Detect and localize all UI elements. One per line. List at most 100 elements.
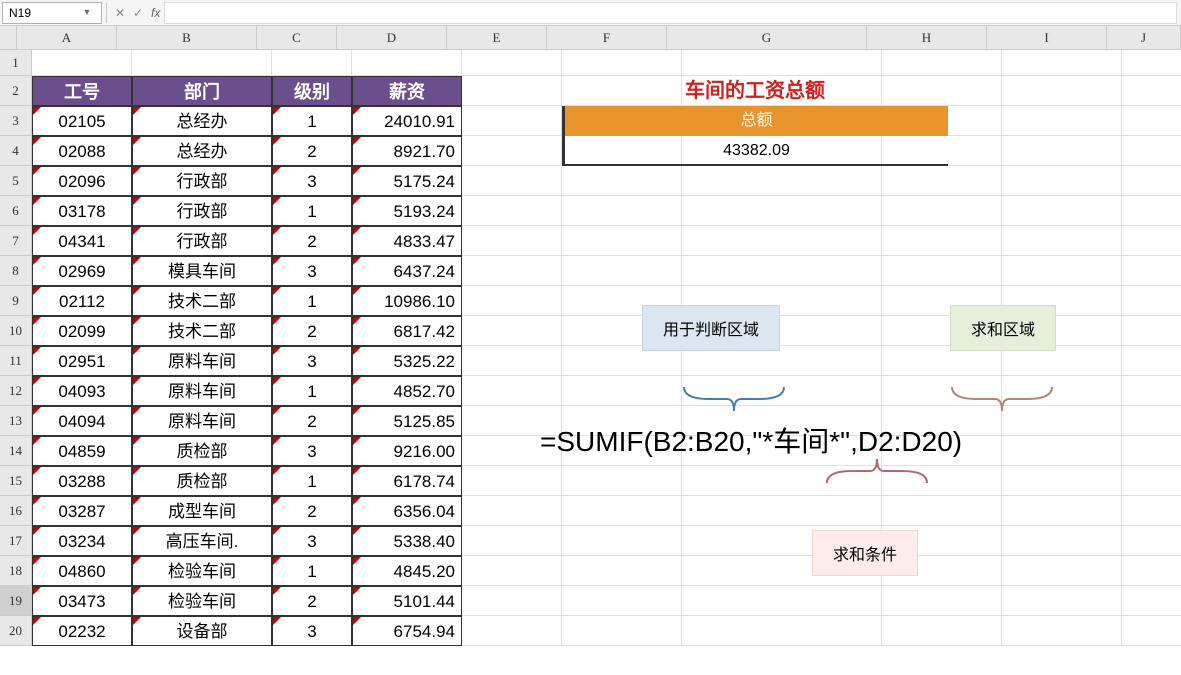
table-row[interactable]: 1 [272, 376, 352, 406]
summary-value[interactable]: 43382.09 [562, 136, 948, 166]
cell-F16[interactable] [562, 496, 682, 526]
select-all-corner[interactable] [0, 26, 17, 50]
cell-J16[interactable] [1122, 496, 1181, 526]
cell-I7[interactable] [1002, 226, 1122, 256]
table-row[interactable]: 成型车间 [132, 496, 272, 526]
cell-E3[interactable] [462, 106, 562, 136]
row-header-12[interactable]: 12 [0, 376, 32, 406]
table-row[interactable]: 5101.44 [352, 586, 462, 616]
table-row[interactable]: 原料车间 [132, 376, 272, 406]
table-header-2[interactable]: 级别 [272, 76, 352, 106]
row-header-2[interactable]: 2 [0, 76, 32, 106]
table-row[interactable]: 检验车间 [132, 586, 272, 616]
row-header-18[interactable]: 18 [0, 556, 32, 586]
table-row[interactable]: 1 [272, 106, 352, 136]
cell-F5[interactable] [562, 166, 682, 196]
table-row[interactable]: 02969 [32, 256, 132, 286]
column-header-A[interactable]: A [17, 26, 117, 50]
cancel-formula-icon[interactable]: ✕ [111, 4, 129, 22]
table-row[interactable]: 4833.47 [352, 226, 462, 256]
table-row[interactable]: 2 [272, 316, 352, 346]
table-row[interactable]: 03178 [32, 196, 132, 226]
column-header-I[interactable]: I [987, 26, 1107, 50]
table-row[interactable]: 5175.24 [352, 166, 462, 196]
cell-J15[interactable] [1122, 466, 1181, 496]
cell-H5[interactable] [882, 166, 1002, 196]
table-row[interactable]: 02112 [32, 286, 132, 316]
cell-J11[interactable] [1122, 346, 1181, 376]
cell-F19[interactable] [562, 586, 682, 616]
table-row[interactable]: 行政部 [132, 226, 272, 256]
cell-J4[interactable] [1122, 136, 1181, 166]
row-header-9[interactable]: 9 [0, 286, 32, 316]
table-row[interactable]: 1 [272, 556, 352, 586]
cell-F17[interactable] [562, 526, 682, 556]
column-header-H[interactable]: H [867, 26, 987, 50]
table-row[interactable]: 1 [272, 466, 352, 496]
table-row[interactable]: 3 [272, 436, 352, 466]
summary-header[interactable]: 总额 [562, 106, 948, 136]
cell-I19[interactable] [1002, 586, 1122, 616]
column-header-C[interactable]: C [257, 26, 337, 50]
table-row[interactable]: 2 [272, 226, 352, 256]
cell-G5[interactable] [682, 166, 882, 196]
cell-E19[interactable] [462, 586, 562, 616]
cell-F6[interactable] [562, 196, 682, 226]
cell-G19[interactable] [682, 586, 882, 616]
table-row[interactable]: 03287 [32, 496, 132, 526]
cell-J7[interactable] [1122, 226, 1181, 256]
table-row[interactable]: 3 [272, 616, 352, 646]
cell-G7[interactable] [682, 226, 882, 256]
cell-B1[interactable] [132, 50, 272, 76]
table-row[interactable]: 行政部 [132, 166, 272, 196]
table-row[interactable]: 04859 [32, 436, 132, 466]
table-row[interactable]: 2 [272, 586, 352, 616]
table-row[interactable]: 原料车间 [132, 346, 272, 376]
cell-E7[interactable] [462, 226, 562, 256]
cell-J8[interactable] [1122, 256, 1181, 286]
cell-H6[interactable] [882, 196, 1002, 226]
table-row[interactable]: 04093 [32, 376, 132, 406]
table-row[interactable]: 3 [272, 346, 352, 376]
table-row[interactable]: 4845.20 [352, 556, 462, 586]
column-header-E[interactable]: E [447, 26, 547, 50]
cell-J10[interactable] [1122, 316, 1181, 346]
table-row[interactable]: 5325.22 [352, 346, 462, 376]
table-row[interactable]: 3 [272, 256, 352, 286]
table-row[interactable]: 04094 [32, 406, 132, 436]
table-row[interactable]: 04341 [32, 226, 132, 256]
cell-G20[interactable] [682, 616, 882, 646]
cell-G8[interactable] [682, 256, 882, 286]
table-row[interactable]: 02088 [32, 136, 132, 166]
table-header-3[interactable]: 薪资 [352, 76, 462, 106]
cell-J12[interactable] [1122, 376, 1181, 406]
cell-E11[interactable] [462, 346, 562, 376]
cell-J17[interactable] [1122, 526, 1181, 556]
table-row[interactable]: 2 [272, 496, 352, 526]
row-header-8[interactable]: 8 [0, 256, 32, 286]
table-row[interactable]: 04860 [32, 556, 132, 586]
cell-I17[interactable] [1002, 526, 1122, 556]
row-header-11[interactable]: 11 [0, 346, 32, 376]
cell-J13[interactable] [1122, 406, 1181, 436]
cell-I1[interactable] [1002, 50, 1122, 76]
row-header-6[interactable]: 6 [0, 196, 32, 226]
table-row[interactable]: 02096 [32, 166, 132, 196]
table-row[interactable]: 行政部 [132, 196, 272, 226]
table-row[interactable]: 3 [272, 526, 352, 556]
accept-formula-icon[interactable]: ✓ [129, 4, 147, 22]
cell-J1[interactable] [1122, 50, 1181, 76]
table-row[interactable]: 5193.24 [352, 196, 462, 226]
cell-J3[interactable] [1122, 106, 1181, 136]
column-header-G[interactable]: G [667, 26, 867, 50]
table-row[interactable]: 03473 [32, 586, 132, 616]
cell-H16[interactable] [882, 496, 1002, 526]
cell-E9[interactable] [462, 286, 562, 316]
cell-I16[interactable] [1002, 496, 1122, 526]
cell-I6[interactable] [1002, 196, 1122, 226]
table-row[interactable]: 5338.40 [352, 526, 462, 556]
column-header-J[interactable]: J [1107, 26, 1181, 50]
row-header-3[interactable]: 3 [0, 106, 32, 136]
cell-F18[interactable] [562, 556, 682, 586]
cell-F7[interactable] [562, 226, 682, 256]
